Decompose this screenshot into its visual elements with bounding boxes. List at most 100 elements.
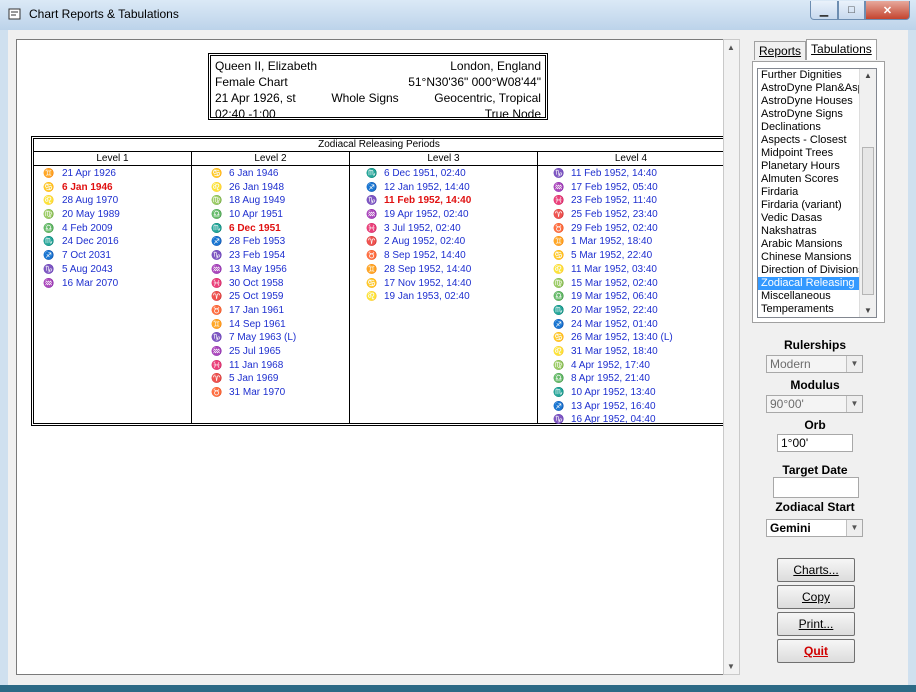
sign-glyph-icon: ♑ xyxy=(43,263,55,274)
level-4-column: Level 4 ♑ 11 Feb 1952, 14:40 ♒ 17 Feb 1952,… xyxy=(538,152,724,427)
list-item[interactable]: Vedic Dasas xyxy=(758,212,862,225)
copy-button[interactable]: Copy xyxy=(777,585,855,609)
title-bar[interactable]: Chart Reports & Tabulations ▁ □ ✕ xyxy=(0,0,916,30)
scroll-down-icon[interactable]: ▼ xyxy=(864,306,872,315)
sign-glyph-icon: ♊ xyxy=(553,236,565,247)
list-item[interactable]: Firdaria xyxy=(758,186,862,199)
tab-tabulations[interactable]: Tabulations xyxy=(806,39,877,60)
chart-name: Queen II, Elizabeth xyxy=(215,59,318,73)
orb-input[interactable]: 1°00' xyxy=(777,434,853,452)
sign-glyph-icon: ♒ xyxy=(211,263,223,274)
list-scrollbar[interactable]: ▲ ▼ xyxy=(859,69,876,317)
list-item[interactable]: Further Dignities xyxy=(758,69,862,82)
list-item[interactable]: AstroDyne Plan&Asp xyxy=(758,82,862,95)
period-date: 14 Sep 1961 xyxy=(229,318,286,330)
chevron-down-icon[interactable]: ▼ xyxy=(846,396,862,412)
sign-glyph-icon: ♑ xyxy=(211,332,223,343)
period-date: 5 Jan 1969 xyxy=(229,373,279,385)
scroll-up-icon[interactable]: ▲ xyxy=(727,43,735,52)
list-item[interactable]: AstroDyne Signs xyxy=(758,108,862,121)
period-row: ♑ 16 Apr 1952, 04:40 xyxy=(538,413,724,427)
list-item[interactable]: Midpoint Trees xyxy=(758,147,862,160)
minimize-button[interactable]: ▁ xyxy=(810,1,838,20)
sign-glyph-icon: ♎ xyxy=(211,209,223,220)
list-item[interactable]: Temperaments xyxy=(758,303,862,316)
period-row: ♎ 8 Apr 1952, 21:40 xyxy=(538,372,724,386)
period-date: 7 May 1963 (L) xyxy=(229,332,297,344)
period-row: ♒ 19 Apr 1952, 02:40 xyxy=(350,208,537,222)
target-date-input[interactable] xyxy=(773,477,859,498)
sign-glyph-icon: ♌ xyxy=(366,291,378,302)
period-date: 26 Mar 1952, 13:40 (L) xyxy=(571,332,673,344)
list-item[interactable]: Aspects - Closest xyxy=(758,134,862,147)
period-date: 23 Feb 1952, 11:40 xyxy=(571,195,657,207)
report-scrollbar[interactable]: ▲ ▼ xyxy=(723,39,740,675)
list-item[interactable]: Firdaria (variant) xyxy=(758,199,862,212)
rulerships-select[interactable]: Modern ▼ xyxy=(766,355,863,373)
scroll-up-icon[interactable]: ▲ xyxy=(864,71,872,80)
list-item[interactable]: Zodiacal Releasing xyxy=(758,277,862,290)
sign-glyph-icon: ♐ xyxy=(366,181,378,192)
period-row: ♑ 5 Aug 2043 xyxy=(34,263,191,277)
maximize-button[interactable]: □ xyxy=(838,1,865,20)
period-row: ♑ 23 Feb 1954 xyxy=(192,249,349,263)
print-button[interactable]: Print... xyxy=(777,612,855,636)
list-item[interactable]: Arabic Mansions xyxy=(758,238,862,251)
period-date: 7 Oct 2031 xyxy=(62,250,111,262)
modulus-select[interactable]: 90°00' ▼ xyxy=(766,395,863,413)
period-date: 4 Feb 2009 xyxy=(62,222,113,234)
list-item[interactable]: Miscellaneous xyxy=(758,290,862,303)
tabulation-listbox[interactable]: Further Dignities AstroDyne Plan&Asp Astro… xyxy=(757,68,877,318)
target-date-label: Target Date xyxy=(782,463,848,477)
zodiacal-start-select[interactable]: Gemini ▼ xyxy=(766,519,863,537)
period-row: ♏ 6 Dec 1951 xyxy=(192,222,349,236)
list-item[interactable]: Chinese Mansions xyxy=(758,251,862,264)
quit-button[interactable]: Quit xyxy=(777,639,855,663)
list-item[interactable]: AstroDyne Houses xyxy=(758,95,862,108)
sign-glyph-icon: ♓ xyxy=(366,222,378,233)
tab-strip: Reports Tabulations xyxy=(754,39,877,61)
list-item[interactable]: Almuten Scores xyxy=(758,173,862,186)
chevron-down-icon[interactable]: ▼ xyxy=(846,520,862,536)
sign-glyph-icon: ♍ xyxy=(211,195,223,206)
scroll-thumb[interactable] xyxy=(862,147,874,295)
period-date: 28 Feb 1953 xyxy=(229,236,286,248)
sign-glyph-icon: ♒ xyxy=(43,277,55,288)
chart-time: 02:40 -1:00 xyxy=(215,107,276,121)
period-row: ♌ 19 Jan 1953, 02:40 xyxy=(350,290,537,304)
period-date: 5 Aug 2043 xyxy=(62,263,113,275)
period-date: 25 Oct 1959 xyxy=(229,291,284,303)
period-date: 24 Dec 2016 xyxy=(62,236,119,248)
zodiac-type: Geocentric, Tropical xyxy=(434,91,541,105)
period-row: ♋ 6 Jan 1946 xyxy=(192,167,349,181)
list-item[interactable]: Planetary Hours xyxy=(758,160,862,173)
period-row: ♓ 11 Jan 1968 xyxy=(192,359,349,373)
period-date: 29 Feb 1952, 02:40 xyxy=(571,222,658,234)
tab-reports[interactable]: Reports xyxy=(754,41,807,60)
report-view[interactable]: Queen II, Elizabeth London, England Fema… xyxy=(16,39,731,675)
period-date: 20 Mar 1952, 22:40 xyxy=(571,304,658,316)
chart-coords: 51°N30'36" 000°W08'44" xyxy=(408,75,541,89)
period-date: 18 Aug 1949 xyxy=(229,195,286,207)
select-value: Modern xyxy=(770,357,811,371)
charts-button[interactable]: Charts... xyxy=(777,558,855,582)
period-row: ♋ 17 Nov 1952, 14:40 xyxy=(350,277,537,291)
period-date: 20 May 1989 xyxy=(62,209,120,221)
list-item[interactable]: Direction of Divisions xyxy=(758,264,862,277)
list-item[interactable]: Nakshatras xyxy=(758,225,862,238)
period-row: ♒ 13 May 1956 xyxy=(192,263,349,277)
sign-glyph-icon: ♐ xyxy=(553,318,565,329)
maximize-icon: □ xyxy=(848,4,855,16)
period-row: ♒ 17 Feb 1952, 05:40 xyxy=(538,181,724,195)
period-date: 13 Apr 1952, 16:40 xyxy=(571,400,656,412)
chevron-down-icon[interactable]: ▼ xyxy=(846,356,862,372)
list-item[interactable]: Declinations xyxy=(758,121,862,134)
close-button[interactable]: ✕ xyxy=(865,1,910,20)
scroll-down-icon[interactable]: ▼ xyxy=(727,662,735,671)
period-row: ♋ 5 Mar 1952, 22:40 xyxy=(538,249,724,263)
modulus-label: Modulus xyxy=(790,378,840,392)
period-date: 2 Aug 1952, 02:40 xyxy=(384,236,466,248)
period-row: ♈ 2 Aug 1952, 02:40 xyxy=(350,235,537,249)
period-date: 16 Mar 2070 xyxy=(62,277,119,289)
period-date: 5 Mar 1952, 22:40 xyxy=(571,250,653,262)
